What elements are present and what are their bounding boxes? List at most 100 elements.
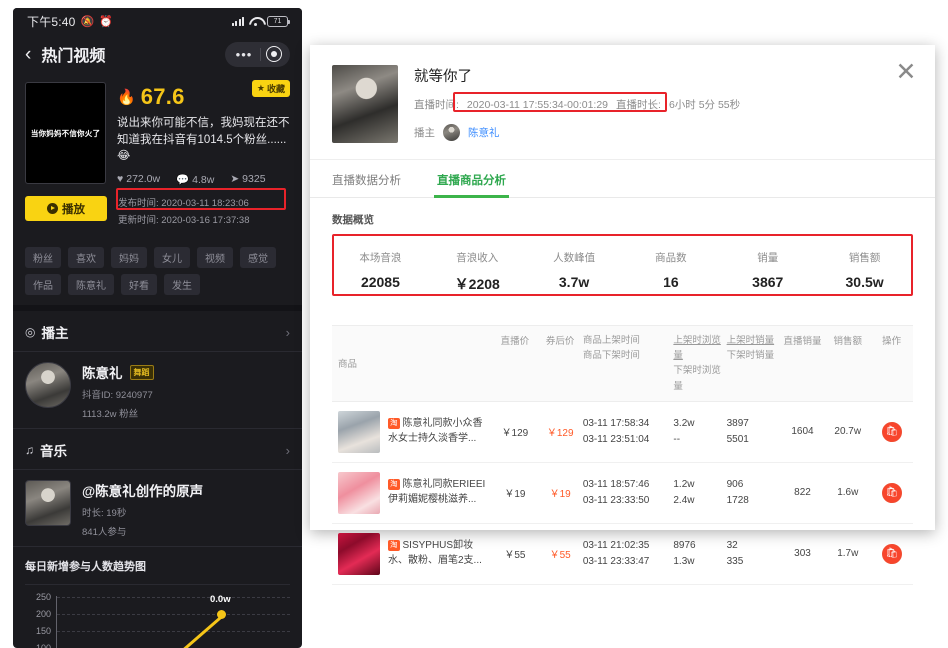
tab-live-product-analysis[interactable]: 直播商品分析 xyxy=(437,160,506,197)
tag-item[interactable]: 喜欢 xyxy=(68,247,104,268)
sales-amount: 1.7w xyxy=(825,548,870,559)
duration-label: 直播时长: xyxy=(616,97,661,112)
sales-on: 3897 xyxy=(727,416,780,432)
comment-stat: 💬4.8w xyxy=(176,173,214,186)
tag-item[interactable]: 视频 xyxy=(197,247,233,268)
play-row: 播放 发布时间: 2020-03-11 18:23:06 更新时间: 2020-… xyxy=(13,192,302,239)
table-header-row: 商品 直播价 券后价 商品上架时间 商品下架时间 上架时浏览量 下架时浏览量 上… xyxy=(332,325,913,402)
duration-value: 6小时 5分 55秒 xyxy=(669,97,740,112)
music-card[interactable]: @陈意礼创作的原声 时长: 19秒 841人参与 xyxy=(13,470,302,546)
col-live-price: 直播价 xyxy=(492,333,537,394)
play-label: 播放 xyxy=(62,201,85,217)
host-name: 陈意礼 xyxy=(82,362,123,382)
music-cover xyxy=(25,480,71,526)
signal-icon xyxy=(232,16,245,26)
page-title: 热门视频 xyxy=(41,42,105,66)
pv-on: 1.2w xyxy=(673,477,726,493)
play-icon xyxy=(47,203,58,214)
overview-value: 16 xyxy=(623,274,720,290)
tag-item[interactable]: 陈意礼 xyxy=(68,274,114,295)
record-icon[interactable] xyxy=(261,41,287,67)
overview-value: 30.5w xyxy=(816,274,913,290)
overview-value: 3.7w xyxy=(526,274,623,290)
action-cell[interactable]: 🛍 xyxy=(870,483,913,503)
sales-on: 906 xyxy=(727,477,780,493)
avatar xyxy=(25,362,71,408)
host-section-header[interactable]: ◎ 播主 › xyxy=(13,311,302,352)
play-button[interactable]: 播放 xyxy=(25,196,107,221)
table-row[interactable]: 淘陈意礼同款小众香 水女士持久淡香学... ￥129 ￥129 03-11 17… xyxy=(332,402,913,463)
col-pageviews[interactable]: 上架时浏览量 下架时浏览量 xyxy=(673,333,726,394)
col-shelf-time: 商品上架时间 商品下架时间 xyxy=(583,333,674,394)
music-note-icon: ♫ xyxy=(25,443,34,457)
host-row: 播主 陈意礼 xyxy=(414,124,913,141)
coupon-price: ￥129 xyxy=(538,424,583,439)
live-price: ￥55 xyxy=(492,546,537,561)
share-stat: ➤9325 xyxy=(230,173,265,186)
video-thumbnail[interactable]: 当你妈妈不信你火了 xyxy=(25,82,106,184)
favorite-label: 收藏 xyxy=(267,82,285,95)
tag-item[interactable]: 作品 xyxy=(25,274,61,295)
overview-cell: 销售额 30.5w xyxy=(816,250,913,294)
product-name: 淘SISYPHUS卸妆 水、散粉、眉笔2支... xyxy=(380,539,482,568)
col-coupon-price: 券后价 xyxy=(538,333,583,394)
product-name: 淘陈意礼同款ERIEEI 伊莉媚妮樱桃滋养... xyxy=(380,478,485,507)
overview-section: 数据概览 本场音浪 22085 音浪收入 ￥2208 人数峰值 3.7w 商品数… xyxy=(310,198,935,307)
heart-icon: ♥ xyxy=(117,173,123,185)
music-info: @陈意礼创作的原声 时长: 19秒 841人参与 xyxy=(71,480,203,538)
tag-item[interactable]: 好看 xyxy=(121,274,157,295)
coupon-price: ￥55 xyxy=(538,546,583,561)
table-row[interactable]: 淘SISYPHUS卸妆 水、散粉、眉笔2支... ￥55 ￥55 03-11 2… xyxy=(332,524,913,585)
live-sales: 303 xyxy=(780,548,825,559)
live-meta: 就等你了 直播时间: 2020-03-11 17:55:34-00:01:29 … xyxy=(398,65,913,143)
cart-icon[interactable]: 🛍 xyxy=(882,483,902,503)
music-section-title: 音乐 xyxy=(40,440,67,460)
sales-amount: 1.6w xyxy=(825,487,870,498)
product-cell[interactable]: 淘陈意礼同款ERIEEI 伊莉媚妮樱桃滋养... xyxy=(332,472,492,514)
overview-label: 本场音浪 xyxy=(332,250,429,265)
host-name-link[interactable]: 陈意礼 xyxy=(468,125,500,140)
tag-item[interactable]: 妈妈 xyxy=(111,247,147,268)
product-cell[interactable]: 淘SISYPHUS卸妆 水、散粉、眉笔2支... xyxy=(332,533,492,575)
battery-icon: 71 xyxy=(267,16,288,27)
tag-item[interactable]: 粉丝 xyxy=(25,247,61,268)
product-cell[interactable]: 淘陈意礼同款小众香 水女士持久淡香学... xyxy=(332,411,492,453)
cart-icon[interactable]: 🛍 xyxy=(882,422,902,442)
sales-off: 335 xyxy=(727,554,780,570)
music-section-header[interactable]: ♫ 音乐 › xyxy=(13,428,302,470)
time-info: 发布时间: 2020-03-11 18:23:06 更新时间: 2020-03-… xyxy=(107,196,250,229)
host-name-row: 陈意礼 舞蹈 xyxy=(82,362,154,382)
tag-item[interactable]: 发生 xyxy=(164,274,200,295)
chevron-right-icon: › xyxy=(286,325,290,340)
dialog-tabs: 直播数据分析 直播商品分析 xyxy=(310,160,935,198)
col-sales-off: 下架时销量 xyxy=(727,348,780,363)
action-cell[interactable]: 🛍 xyxy=(870,544,913,564)
wifi-icon xyxy=(249,16,262,26)
time-on: 03-11 21:02:35 xyxy=(583,538,674,554)
action-cell[interactable]: 🛍 xyxy=(870,422,913,442)
tag-item[interactable]: 感觉 xyxy=(240,247,276,268)
favorite-button[interactable]: ★ 收藏 xyxy=(252,80,290,97)
data-point[interactable] xyxy=(217,610,226,619)
pageviews: 1.2w 2.4w xyxy=(673,477,726,509)
sales-off: 1728 xyxy=(727,493,780,509)
y-tick-label: 250 xyxy=(25,592,51,602)
more-icon[interactable]: ••• xyxy=(228,47,260,62)
sales-on: 32 xyxy=(727,538,780,554)
tab-live-data-analysis[interactable]: 直播数据分析 xyxy=(332,160,401,197)
shelf-times: 03-11 17:58:34 03-11 23:51:04 xyxy=(583,416,674,448)
table-row[interactable]: 淘陈意礼同款ERIEEI 伊莉媚妮樱桃滋养... ￥19 ￥19 03-11 1… xyxy=(332,463,913,524)
shelf-sales: 32 335 xyxy=(727,538,780,570)
time-off: 03-11 23:51:04 xyxy=(583,432,674,448)
time-on: 03-11 17:58:34 xyxy=(583,416,674,432)
pv-off: 2.4w xyxy=(673,493,726,509)
host-card[interactable]: 陈意礼 舞蹈 抖音ID: 9240977 1113.2w 粉丝 xyxy=(13,352,302,428)
back-icon[interactable]: ‹ xyxy=(25,45,31,64)
overview-cell: 本场音浪 22085 xyxy=(332,250,429,294)
cart-icon[interactable]: 🛍 xyxy=(882,544,902,564)
music-participants: 841人参与 xyxy=(82,524,203,538)
shelf-times: 03-11 21:02:35 03-11 23:33:47 xyxy=(583,538,674,570)
col-shelf-sales[interactable]: 上架时销量 下架时销量 xyxy=(727,333,780,394)
tag-item[interactable]: 女儿 xyxy=(154,247,190,268)
thumbnail-caption: 当你妈妈不信你火了 xyxy=(31,128,100,139)
